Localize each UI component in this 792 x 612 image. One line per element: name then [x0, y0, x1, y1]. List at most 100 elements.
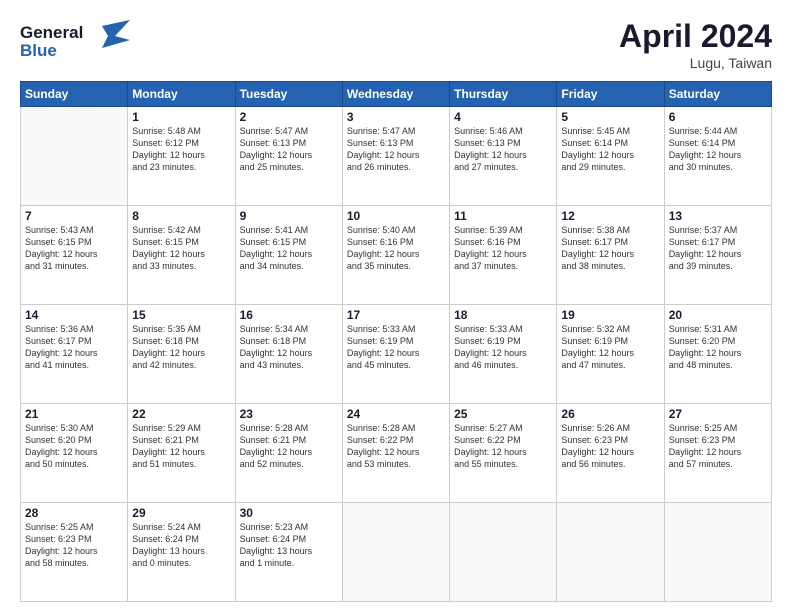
weekday-header: Friday [557, 82, 664, 107]
calendar-cell: 5Sunrise: 5:45 AMSunset: 6:14 PMDaylight… [557, 107, 664, 206]
day-number: 2 [240, 110, 338, 124]
header: General Blue April 2024 Lugu, Taiwan [20, 18, 772, 71]
calendar-week-row: 7Sunrise: 5:43 AMSunset: 6:15 PMDaylight… [21, 206, 772, 305]
day-number: 15 [132, 308, 230, 322]
day-number: 26 [561, 407, 659, 421]
calendar-cell [21, 107, 128, 206]
weekday-header: Tuesday [235, 82, 342, 107]
day-number: 11 [454, 209, 552, 223]
calendar-cell: 7Sunrise: 5:43 AMSunset: 6:15 PMDaylight… [21, 206, 128, 305]
day-number: 21 [25, 407, 123, 421]
day-info: Sunrise: 5:25 AMSunset: 6:23 PMDaylight:… [25, 521, 123, 570]
calendar-cell: 18Sunrise: 5:33 AMSunset: 6:19 PMDayligh… [450, 305, 557, 404]
day-number: 17 [347, 308, 445, 322]
calendar-cell: 13Sunrise: 5:37 AMSunset: 6:17 PMDayligh… [664, 206, 771, 305]
title-area: April 2024 Lugu, Taiwan [619, 18, 772, 71]
weekday-header: Saturday [664, 82, 771, 107]
calendar-cell: 12Sunrise: 5:38 AMSunset: 6:17 PMDayligh… [557, 206, 664, 305]
calendar-week-row: 1Sunrise: 5:48 AMSunset: 6:12 PMDaylight… [21, 107, 772, 206]
calendar-cell: 2Sunrise: 5:47 AMSunset: 6:13 PMDaylight… [235, 107, 342, 206]
weekday-header: Wednesday [342, 82, 449, 107]
calendar-cell: 6Sunrise: 5:44 AMSunset: 6:14 PMDaylight… [664, 107, 771, 206]
day-number: 19 [561, 308, 659, 322]
day-info: Sunrise: 5:35 AMSunset: 6:18 PMDaylight:… [132, 323, 230, 372]
weekday-header: Monday [128, 82, 235, 107]
calendar-cell: 17Sunrise: 5:33 AMSunset: 6:19 PMDayligh… [342, 305, 449, 404]
calendar-cell: 3Sunrise: 5:47 AMSunset: 6:13 PMDaylight… [342, 107, 449, 206]
calendar-cell: 20Sunrise: 5:31 AMSunset: 6:20 PMDayligh… [664, 305, 771, 404]
calendar-cell: 27Sunrise: 5:25 AMSunset: 6:23 PMDayligh… [664, 404, 771, 503]
day-info: Sunrise: 5:25 AMSunset: 6:23 PMDaylight:… [669, 422, 767, 471]
day-info: Sunrise: 5:33 AMSunset: 6:19 PMDaylight:… [454, 323, 552, 372]
calendar-cell: 9Sunrise: 5:41 AMSunset: 6:15 PMDaylight… [235, 206, 342, 305]
calendar-cell: 21Sunrise: 5:30 AMSunset: 6:20 PMDayligh… [21, 404, 128, 503]
day-info: Sunrise: 5:28 AMSunset: 6:22 PMDaylight:… [347, 422, 445, 471]
calendar-cell: 4Sunrise: 5:46 AMSunset: 6:13 PMDaylight… [450, 107, 557, 206]
day-info: Sunrise: 5:39 AMSunset: 6:16 PMDaylight:… [454, 224, 552, 273]
page: General Blue April 2024 Lugu, Taiwan Sun… [0, 0, 792, 612]
day-number: 16 [240, 308, 338, 322]
calendar-table: SundayMondayTuesdayWednesdayThursdayFrid… [20, 81, 772, 602]
calendar-cell: 25Sunrise: 5:27 AMSunset: 6:22 PMDayligh… [450, 404, 557, 503]
calendar-cell: 23Sunrise: 5:28 AMSunset: 6:21 PMDayligh… [235, 404, 342, 503]
day-number: 9 [240, 209, 338, 223]
day-info: Sunrise: 5:40 AMSunset: 6:16 PMDaylight:… [347, 224, 445, 273]
calendar-week-row: 21Sunrise: 5:30 AMSunset: 6:20 PMDayligh… [21, 404, 772, 503]
calendar-cell: 14Sunrise: 5:36 AMSunset: 6:17 PMDayligh… [21, 305, 128, 404]
day-number: 27 [669, 407, 767, 421]
day-number: 5 [561, 110, 659, 124]
day-info: Sunrise: 5:34 AMSunset: 6:18 PMDaylight:… [240, 323, 338, 372]
day-info: Sunrise: 5:37 AMSunset: 6:17 PMDaylight:… [669, 224, 767, 273]
svg-text:General: General [20, 23, 83, 42]
day-info: Sunrise: 5:28 AMSunset: 6:21 PMDaylight:… [240, 422, 338, 471]
calendar-week-row: 28Sunrise: 5:25 AMSunset: 6:23 PMDayligh… [21, 503, 772, 602]
day-number: 4 [454, 110, 552, 124]
calendar-cell: 26Sunrise: 5:26 AMSunset: 6:23 PMDayligh… [557, 404, 664, 503]
day-info: Sunrise: 5:43 AMSunset: 6:15 PMDaylight:… [25, 224, 123, 273]
day-number: 24 [347, 407, 445, 421]
svg-text:Blue: Blue [20, 41, 57, 60]
day-number: 10 [347, 209, 445, 223]
day-info: Sunrise: 5:46 AMSunset: 6:13 PMDaylight:… [454, 125, 552, 174]
calendar-cell: 11Sunrise: 5:39 AMSunset: 6:16 PMDayligh… [450, 206, 557, 305]
calendar-cell [342, 503, 449, 602]
day-info: Sunrise: 5:41 AMSunset: 6:15 PMDaylight:… [240, 224, 338, 273]
day-number: 20 [669, 308, 767, 322]
calendar-cell: 19Sunrise: 5:32 AMSunset: 6:19 PMDayligh… [557, 305, 664, 404]
day-number: 1 [132, 110, 230, 124]
calendar-cell: 29Sunrise: 5:24 AMSunset: 6:24 PMDayligh… [128, 503, 235, 602]
day-number: 8 [132, 209, 230, 223]
day-number: 22 [132, 407, 230, 421]
day-number: 23 [240, 407, 338, 421]
day-info: Sunrise: 5:42 AMSunset: 6:15 PMDaylight:… [132, 224, 230, 273]
calendar-cell: 28Sunrise: 5:25 AMSunset: 6:23 PMDayligh… [21, 503, 128, 602]
day-info: Sunrise: 5:27 AMSunset: 6:22 PMDaylight:… [454, 422, 552, 471]
calendar-week-row: 14Sunrise: 5:36 AMSunset: 6:17 PMDayligh… [21, 305, 772, 404]
calendar-cell [557, 503, 664, 602]
day-info: Sunrise: 5:30 AMSunset: 6:20 PMDaylight:… [25, 422, 123, 471]
calendar-cell [664, 503, 771, 602]
calendar-cell: 8Sunrise: 5:42 AMSunset: 6:15 PMDaylight… [128, 206, 235, 305]
day-info: Sunrise: 5:33 AMSunset: 6:19 PMDaylight:… [347, 323, 445, 372]
calendar-cell: 1Sunrise: 5:48 AMSunset: 6:12 PMDaylight… [128, 107, 235, 206]
day-number: 12 [561, 209, 659, 223]
day-number: 28 [25, 506, 123, 520]
day-number: 3 [347, 110, 445, 124]
day-number: 14 [25, 308, 123, 322]
calendar-cell: 15Sunrise: 5:35 AMSunset: 6:18 PMDayligh… [128, 305, 235, 404]
calendar-cell: 16Sunrise: 5:34 AMSunset: 6:18 PMDayligh… [235, 305, 342, 404]
calendar-cell: 30Sunrise: 5:23 AMSunset: 6:24 PMDayligh… [235, 503, 342, 602]
day-info: Sunrise: 5:47 AMSunset: 6:13 PMDaylight:… [240, 125, 338, 174]
location-subtitle: Lugu, Taiwan [619, 55, 772, 71]
day-number: 13 [669, 209, 767, 223]
day-number: 29 [132, 506, 230, 520]
weekday-header: Sunday [21, 82, 128, 107]
day-number: 30 [240, 506, 338, 520]
month-title: April 2024 [619, 18, 772, 55]
day-info: Sunrise: 5:44 AMSunset: 6:14 PMDaylight:… [669, 125, 767, 174]
day-number: 18 [454, 308, 552, 322]
logo-text: General Blue [20, 18, 130, 67]
day-info: Sunrise: 5:32 AMSunset: 6:19 PMDaylight:… [561, 323, 659, 372]
day-info: Sunrise: 5:45 AMSunset: 6:14 PMDaylight:… [561, 125, 659, 174]
day-info: Sunrise: 5:23 AMSunset: 6:24 PMDaylight:… [240, 521, 338, 570]
